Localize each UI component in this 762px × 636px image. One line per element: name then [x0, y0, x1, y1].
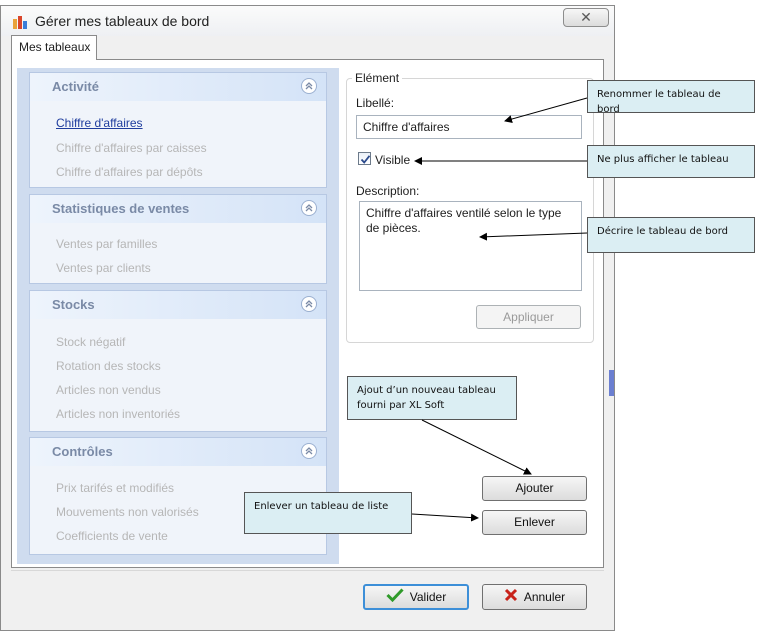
- arrow-rename: [504, 97, 588, 123]
- arrow-remove: [411, 513, 479, 522]
- annotation-arrows: [411, 97, 588, 522]
- tab-mes-tableaux[interactable]: Mes tableaux: [11, 35, 97, 60]
- arrow-add: [421, 419, 532, 475]
- arrow-describe: [479, 232, 588, 241]
